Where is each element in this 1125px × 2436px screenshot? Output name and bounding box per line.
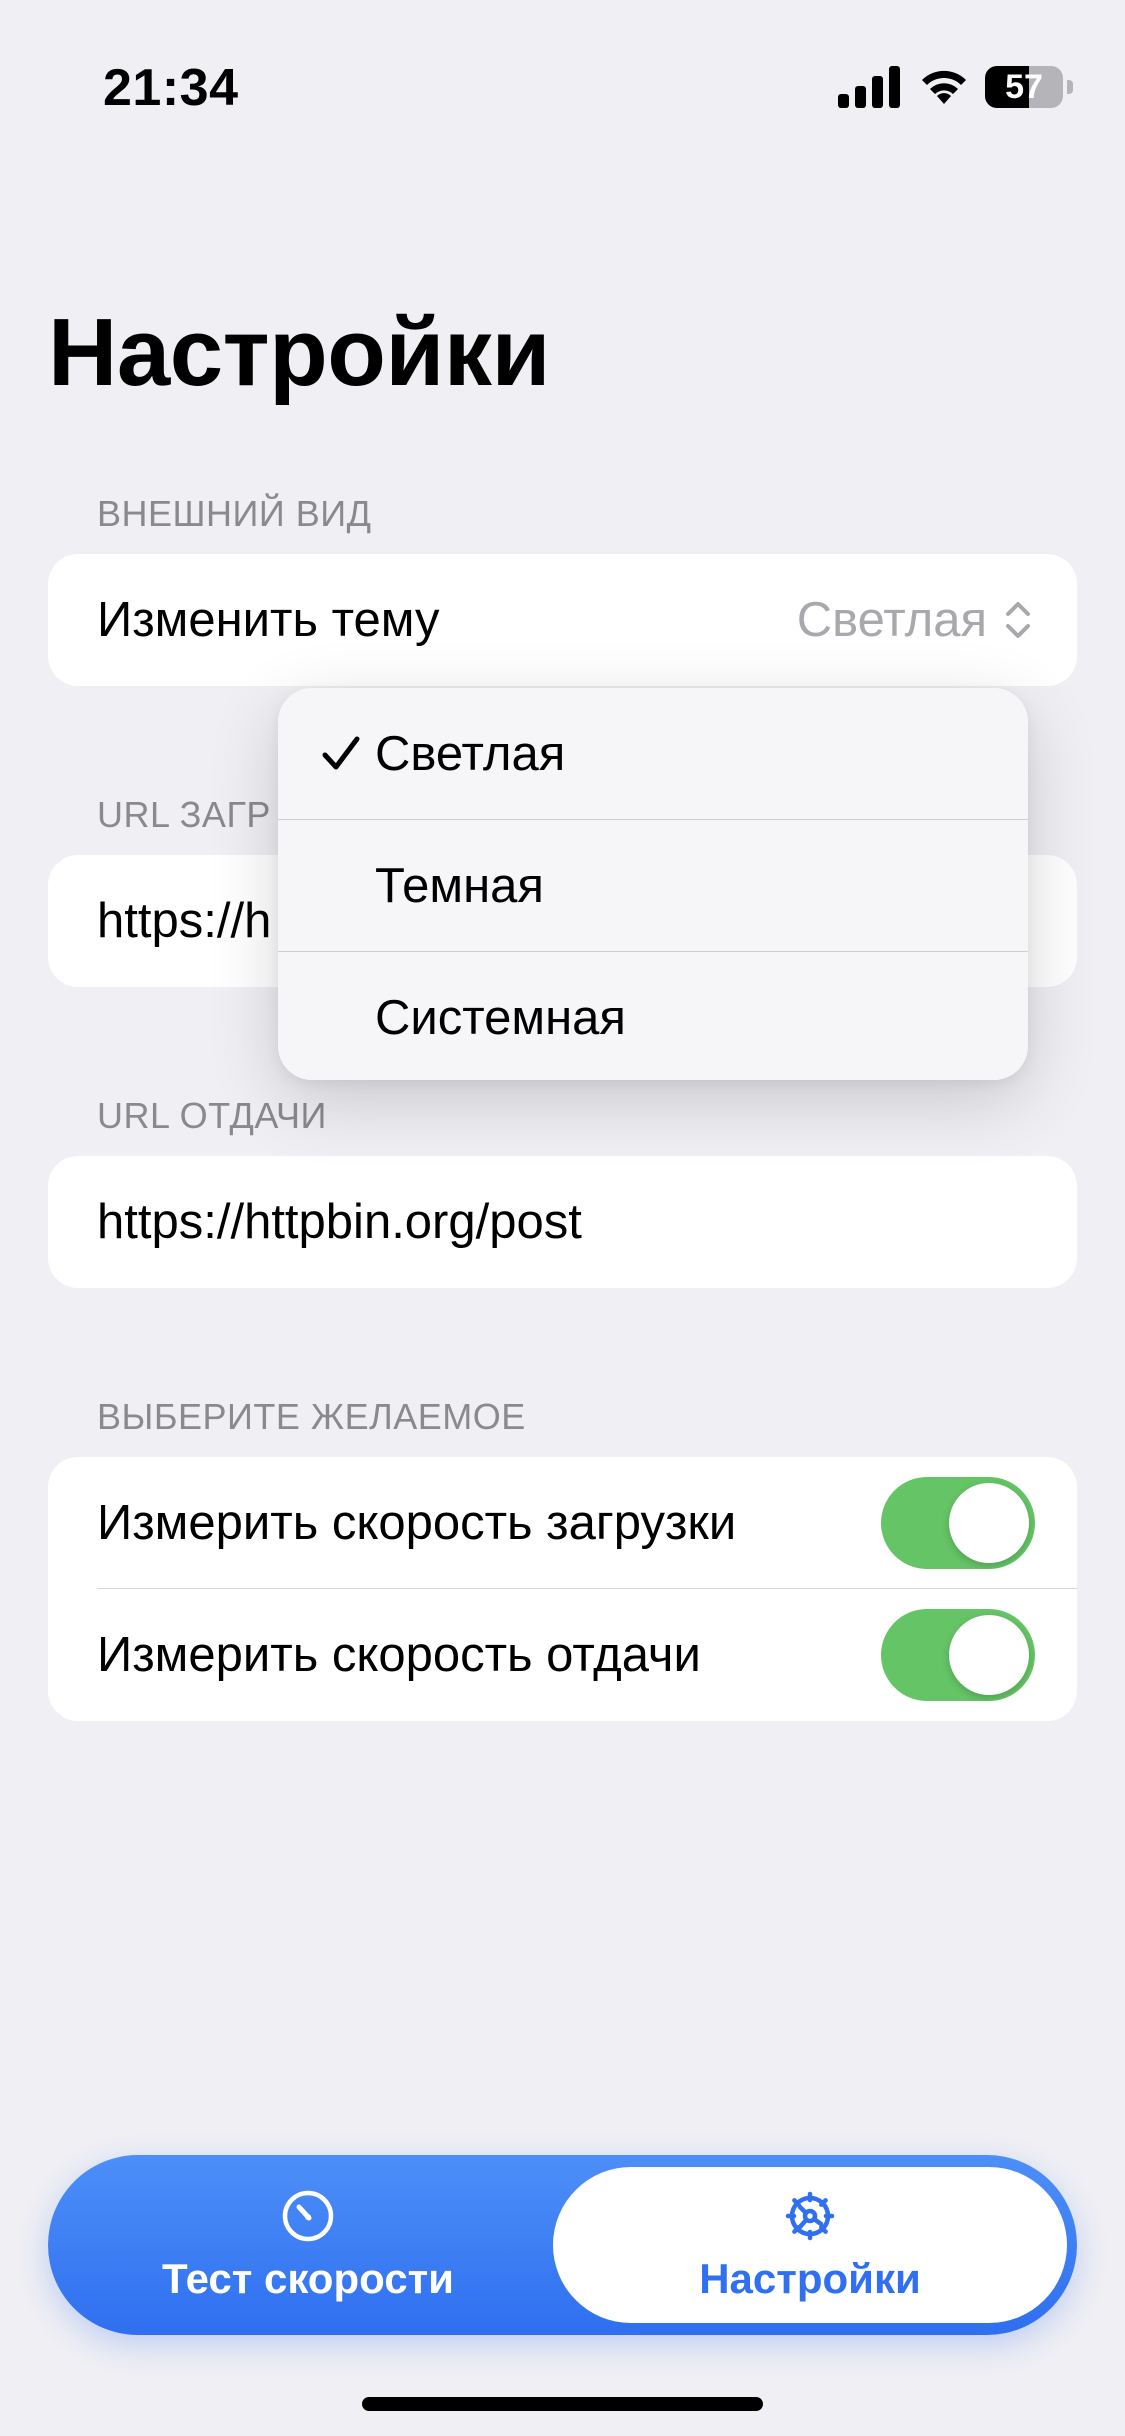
status-time: 21:34 — [103, 59, 239, 117]
section-header-download-url: URL ЗАГР — [97, 794, 271, 835]
gear-icon — [785, 2191, 835, 2241]
theme-option-label: Темная — [375, 858, 544, 913]
page-title: Настройки — [48, 299, 550, 406]
tab-speed-test[interactable]: Тест скорости — [88, 2155, 528, 2335]
theme-option-label: Светлая — [375, 726, 566, 781]
theme-row[interactable]: Изменить тему Светлая — [48, 554, 1077, 686]
theme-option-system[interactable]: Системная — [278, 951, 1028, 1080]
toggle-knob — [949, 1615, 1029, 1695]
menu-check-slot — [278, 734, 375, 774]
upload-url-row[interactable]: https://httpbin.org/post — [48, 1156, 1077, 1288]
battery-indicator: 57 — [985, 66, 1073, 108]
upload-url-field[interactable]: https://httpbin.org/post — [97, 1194, 1035, 1250]
status-bar: 21:34 57 — [0, 0, 1125, 140]
battery-percent: 57 — [1005, 68, 1043, 106]
theme-menu: Светлая Темная Системная — [278, 688, 1028, 1080]
home-indicator[interactable] — [362, 2397, 763, 2411]
toggle-upload-speed[interactable] — [881, 1609, 1035, 1701]
theme-picker[interactable]: Светлая — [797, 592, 1035, 648]
option-row-upload: Измерить скорость отдачи — [48, 1589, 1077, 1721]
option-label-download: Измерить скорость загрузки — [97, 1496, 737, 1550]
battery-body: 57 — [985, 66, 1063, 108]
option-row-download: Измерить скорость загрузки — [48, 1457, 1077, 1589]
theme-option-light[interactable]: Светлая — [278, 688, 1028, 819]
chevron-up-down-icon — [1006, 602, 1030, 638]
speedometer-icon — [282, 2190, 334, 2242]
tab-label-speed-test: Тест скорости — [162, 2255, 454, 2302]
appearance-card: Изменить тему Светлая — [48, 554, 1077, 686]
theme-label: Изменить тему — [97, 593, 440, 647]
toggle-knob — [949, 1483, 1029, 1563]
theme-option-label: Системная — [375, 990, 626, 1045]
tab-settings[interactable]: Настройки — [553, 2155, 1067, 2335]
checkmark-icon — [322, 736, 360, 769]
cellular-signal-icon — [838, 66, 900, 108]
options-card: Измерить скорость загрузки Измерить скор… — [48, 1457, 1077, 1721]
section-header-options: ВЫБЕРИТЕ ЖЕЛАЕМОЕ — [97, 1396, 526, 1437]
upload-url-card: https://httpbin.org/post — [48, 1156, 1077, 1288]
battery-cap — [1067, 80, 1073, 94]
option-label-upload: Измерить скорость отдачи — [97, 1628, 701, 1682]
wifi-icon — [922, 70, 966, 104]
section-header-upload-url: URL ОТДАЧИ — [97, 1095, 327, 1136]
theme-option-dark[interactable]: Темная — [278, 819, 1028, 951]
tab-bar: Тест скорости Настройки — [48, 2155, 1077, 2335]
theme-value: Светлая — [796, 593, 987, 647]
tab-label-settings: Настройки — [699, 2255, 921, 2302]
section-header-appearance: ВНЕШНИЙ ВИД — [97, 493, 372, 534]
toggle-download-speed[interactable] — [881, 1477, 1035, 1569]
